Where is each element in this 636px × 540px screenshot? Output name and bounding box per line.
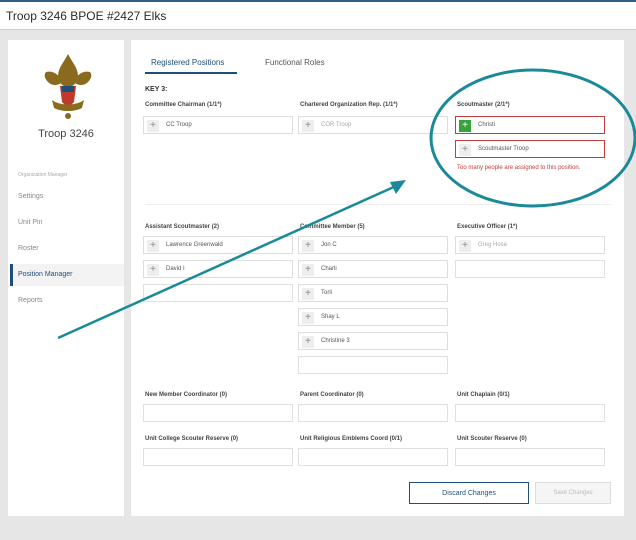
add-icon[interactable]: + [147, 120, 159, 132]
member-name: Charli [321, 266, 337, 272]
member-name: Torli [321, 290, 333, 296]
member-slot[interactable]: + COR Troop [298, 116, 448, 134]
position-title-unit-religious-emblems-coord: Unit Religious Emblems Coord (0/1) [300, 436, 403, 442]
top-bar: Troop 3246 BPOE #2427 Elks [0, 0, 636, 30]
add-icon[interactable]: + [147, 240, 159, 252]
position-title-unit-scouter-reserve: Unit Scouter Reserve (0) [457, 436, 527, 442]
sidebar-item-roster[interactable]: Roster [10, 238, 124, 260]
sidebar-item-reports[interactable]: Reports [10, 290, 124, 312]
member-name: Christine 3 [321, 338, 350, 344]
position-title-committee-member: Committee Member (5) [300, 224, 365, 230]
sidebar-section-header: Organization Manager [18, 172, 68, 178]
member-slot[interactable]: + David I [143, 260, 293, 278]
member-name: Christi [478, 122, 496, 128]
add-icon[interactable]: + [459, 240, 471, 252]
empty-slot[interactable] [455, 260, 605, 278]
position-title-scoutmaster: Scoutmaster (2/1*) [457, 102, 510, 108]
empty-slot[interactable] [143, 284, 293, 302]
empty-slot[interactable] [455, 404, 605, 422]
member-slot[interactable]: + Greg Hose [455, 236, 605, 254]
add-icon[interactable]: + [302, 336, 314, 348]
member-slot[interactable]: + Torli [298, 284, 448, 302]
key3-label: KEY 3: [145, 86, 168, 93]
position-title-unit-chaplain: Unit Chaplain (0/1) [457, 392, 510, 398]
empty-slot[interactable] [298, 404, 448, 422]
member-slot[interactable]: + Scoutmaster Troop [455, 140, 605, 158]
add-icon[interactable]: + [302, 312, 314, 324]
add-icon[interactable]: + [147, 264, 159, 276]
save-changes-button[interactable]: Save Changes [535, 482, 611, 504]
add-icon[interactable]: + [302, 264, 314, 276]
position-manager-panel: Registered Positions Functional Roles KE… [131, 40, 624, 516]
empty-slot[interactable] [298, 448, 448, 466]
scoutmaster-error-message: Too many people are assigned to this pos… [457, 165, 581, 171]
position-title-chartered-org-rep: Chartered Organization Rep. (1/1*) [300, 102, 398, 108]
member-name: Jon C [321, 242, 337, 248]
member-slot[interactable]: + Shay L [298, 308, 448, 326]
sidebar-item-position-manager[interactable]: Position Manager [10, 264, 124, 286]
sidebar-item-unit-pin[interactable]: Unit Pin [10, 212, 124, 234]
member-slot[interactable]: + CC Troop [143, 116, 293, 134]
member-name: CC Troop [166, 122, 192, 128]
member-name: David I [166, 266, 185, 272]
discard-changes-button[interactable]: Discard Changes [409, 482, 529, 504]
member-name: Lawrence Greenwald [166, 242, 223, 248]
member-name: Scoutmaster Troop [478, 146, 529, 152]
empty-slot[interactable] [298, 356, 448, 374]
tab-functional-roles[interactable]: Functional Roles [265, 58, 325, 67]
empty-slot[interactable] [143, 404, 293, 422]
member-name: Greg Hose [478, 242, 508, 248]
position-title-new-member-coordinator: New Member Coordinator (0) [145, 392, 228, 398]
sidebar: Troop 3246 Organization Manager Settings… [8, 40, 124, 516]
sidebar-item-settings[interactable]: Settings [10, 186, 124, 208]
add-icon[interactable]: + [302, 240, 314, 252]
member-slot[interactable]: + Christi [455, 116, 605, 134]
troop-name: Troop 3246 [38, 128, 94, 140]
active-tab-indicator [145, 72, 237, 74]
bsa-emblem-icon [44, 54, 92, 119]
member-slot[interactable]: + Lawrence Greenwald [143, 236, 293, 254]
position-title-committee-chairman: Committee Chairman (1/1*) [145, 102, 222, 108]
member-slot[interactable]: + Jon C [298, 236, 448, 254]
add-icon[interactable]: + [459, 120, 471, 132]
add-icon[interactable]: + [302, 288, 314, 300]
position-title-executive-officer: Executive Officer (1*) [457, 224, 518, 230]
empty-slot[interactable] [455, 448, 605, 466]
section-divider [145, 204, 611, 205]
empty-slot[interactable] [143, 448, 293, 466]
member-slot[interactable]: + Charli [298, 260, 448, 278]
position-title-unit-college-scouter-reserve: Unit College Scouter Reserve (0) [145, 436, 239, 442]
member-slot[interactable]: + Christine 3 [298, 332, 448, 350]
member-name: Shay L [321, 314, 340, 320]
member-name: COR Troop [321, 122, 352, 128]
page-title: Troop 3246 BPOE #2427 Elks [6, 9, 167, 23]
tab-registered-positions[interactable]: Registered Positions [151, 58, 224, 67]
position-title-parent-coordinator: Parent Coordinator (0) [300, 392, 364, 398]
add-icon[interactable]: + [459, 144, 471, 156]
position-title-assistant-scoutmaster: Assistant Scoutmaster (2) [145, 224, 220, 230]
add-icon[interactable]: + [302, 120, 314, 132]
